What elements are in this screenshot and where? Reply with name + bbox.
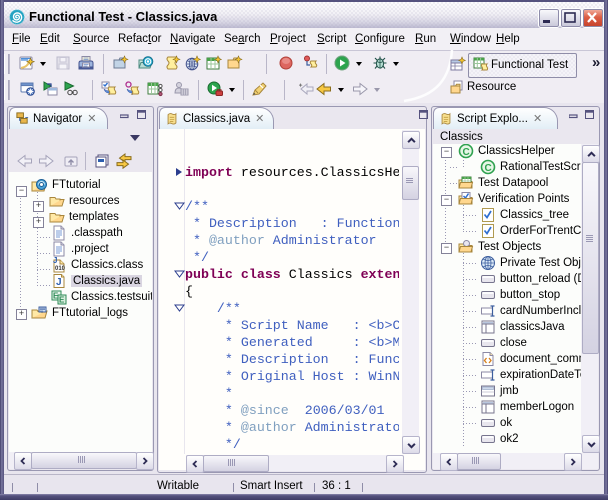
svg-text:C: C (485, 163, 492, 174)
svg-text:C: C (463, 147, 470, 158)
svg-text:E: E (59, 296, 65, 305)
svg-text:010: 010 (55, 266, 66, 272)
svg-text:J: J (53, 257, 57, 265)
svg-text:J: J (56, 277, 62, 288)
